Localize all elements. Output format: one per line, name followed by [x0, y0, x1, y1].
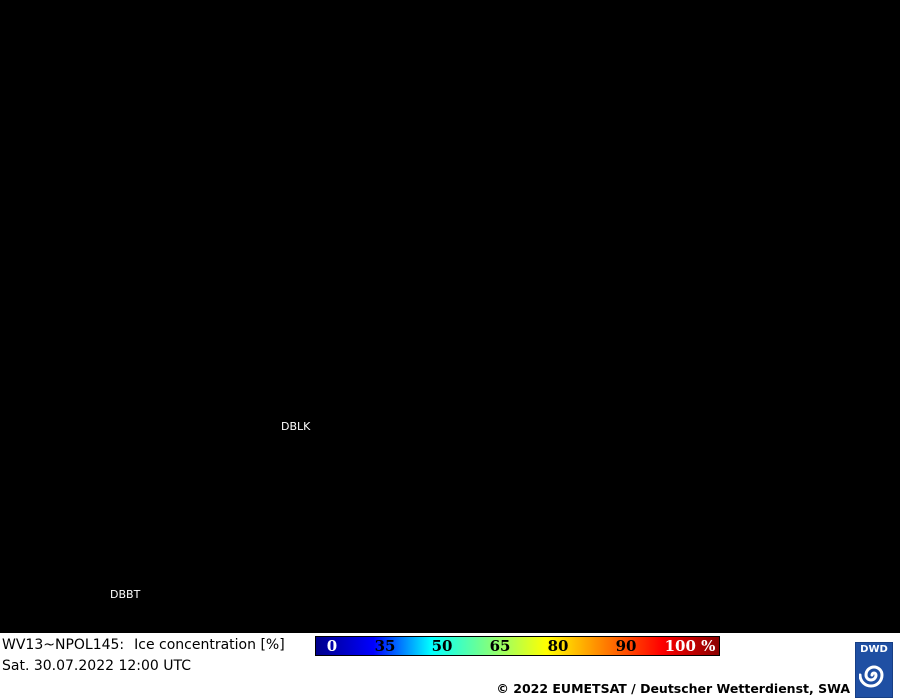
copyright-notice: © 2022 EUMETSAT / Deutscher Wetterdienst… — [496, 681, 850, 696]
station-label-dblk: DBLK — [281, 420, 311, 433]
swirl-icon — [859, 665, 884, 688]
color-scale-bar: 0 35 50 65 80 90 100 % — [315, 636, 720, 656]
station-label-dbbt: DBBT — [110, 588, 141, 601]
product-title: WV13~NPOL145: Ice concentration [%] — [2, 637, 285, 653]
dwd-logo: DWD — [855, 642, 893, 698]
scale-label-65: 65 — [489, 637, 511, 655]
dwd-logo-text: DWD — [860, 644, 888, 655]
valid-datetime: Sat. 30.07.2022 12:00 UTC — [2, 658, 192, 674]
parameter-name: Ice concentration [%] — [134, 637, 285, 653]
map-area: DBLK DBBT — [0, 0, 900, 632]
scale-label-50: 50 — [431, 637, 453, 655]
scale-label-35: 35 — [374, 637, 396, 655]
scale-label-90: 90 — [615, 637, 637, 655]
scale-label-0: 0 — [326, 637, 338, 655]
scale-label-100: 100 % — [664, 637, 716, 655]
info-panel: WV13~NPOL145: Ice concentration [%] Sat. … — [0, 632, 900, 700]
scale-label-80: 80 — [547, 637, 569, 655]
product-id: WV13~NPOL145: — [2, 637, 125, 653]
